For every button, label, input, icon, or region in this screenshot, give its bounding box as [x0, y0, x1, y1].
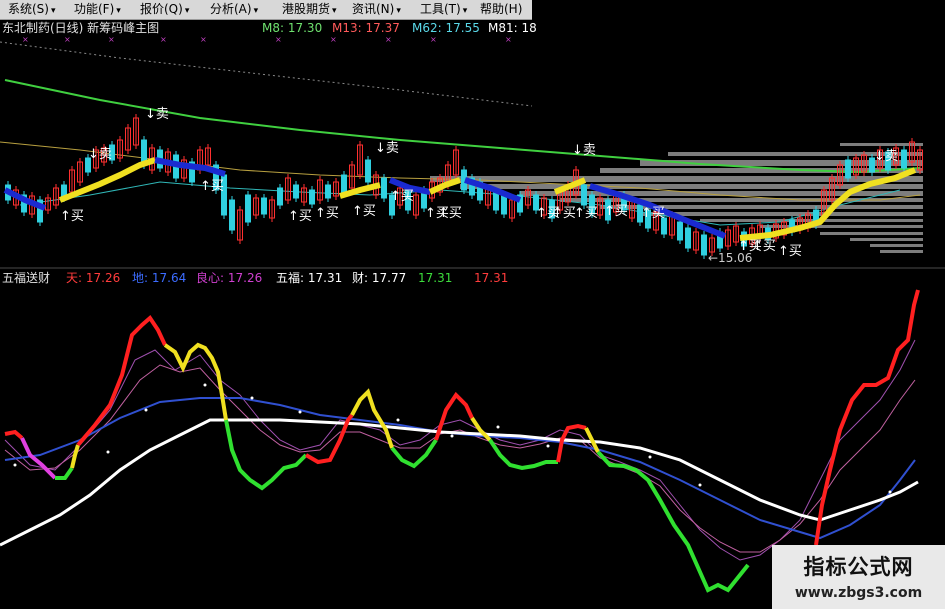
- menu-help[interactable]: 帮助(H): [480, 2, 522, 17]
- chart-title: 东北制药(日线) 新筹码峰主图: [2, 21, 160, 35]
- candle-body: [701, 234, 707, 256]
- candle-body: [229, 199, 235, 231]
- candle-body: [581, 184, 587, 206]
- chevron-down-icon: ▾: [462, 6, 468, 16]
- buy-signal: ↑买: [778, 244, 802, 259]
- indicator-name: 五福送财: [2, 271, 51, 285]
- buy-signal: ↑买: [641, 206, 665, 221]
- indicator-value-liangxin: 良心: 17.26: [196, 271, 263, 285]
- menu-function[interactable]: 功能(F) ▾: [74, 2, 121, 17]
- candle-body: [245, 194, 251, 223]
- chevron-down-icon: ▾: [396, 6, 401, 16]
- indicator-value-wufu: 五福: 17.31: [276, 271, 343, 285]
- buy-signal: ↑买: [552, 206, 576, 221]
- menu-hk-futures-label: 港股期货: [282, 2, 331, 16]
- buy-signal: ↑买: [60, 209, 84, 224]
- svg-text:×: ×: [330, 35, 337, 44]
- menu-function-label: 功能(F): [74, 2, 115, 16]
- buy-signal: ↑买: [438, 206, 462, 221]
- menu-hk-futures[interactable]: 港股期货 ▾: [282, 2, 337, 17]
- buy-signal: ↑买: [200, 179, 224, 194]
- indicator-value-red: 17.31: [474, 271, 509, 285]
- chevron-down-icon: ▾: [50, 6, 56, 16]
- indicator-header: 五福送财 天: 17.26 地: 17.64 良心: 17.26 五福: 17.…: [0, 270, 560, 286]
- candle-body: [365, 159, 371, 183]
- candle-body: [901, 149, 907, 169]
- menu-bar: 系统(S) ▾ 功能(F) ▾ 报价(Q) ▾ 分析(A) ▾ 港股期货 ▾ 资讯(N) ▾…: [0, 0, 532, 20]
- menu-system-label: 系统(S): [8, 2, 49, 16]
- menu-tools[interactable]: 工具(T) ▾: [420, 2, 467, 17]
- candle-body: [261, 197, 267, 215]
- candle-body: [493, 191, 499, 211]
- menu-tools-label: 工具(T): [420, 2, 461, 16]
- menu-news[interactable]: 资讯(N) ▾: [352, 2, 401, 17]
- menu-help-label: 帮助(H): [480, 2, 523, 16]
- buy-signal: ↑买: [288, 209, 312, 224]
- watermark-url: www.zbgs3.com: [794, 585, 923, 601]
- menu-system[interactable]: 系统(S) ▾: [8, 2, 56, 17]
- menu-news-label: 资讯(N): [352, 2, 395, 16]
- candle-body: [677, 221, 683, 241]
- candle-body: [341, 174, 347, 193]
- sell-signal: ↓卖: [375, 141, 399, 156]
- sell-signal: ↓卖: [572, 143, 596, 158]
- svg-text:×: ×: [275, 35, 282, 44]
- svg-text:×: ×: [160, 35, 167, 44]
- buy-signal: ↑买: [315, 206, 339, 221]
- buy-signal: ↑买: [352, 204, 376, 219]
- chart-canvas: × × × × × × × × × × ↓卖↓卖 ↓卖 ↓卖 ↓卖↑买 ↑买 ↑买 ↑买↑买↑买↑买 ↑买…: [0, 0, 945, 609]
- menu-quote-label: 报价(Q): [140, 2, 183, 16]
- sell-signal: ↓卖: [88, 147, 112, 162]
- buy-signal: ↑买: [390, 189, 414, 204]
- chevron-down-icon: ▾: [253, 6, 259, 16]
- chevron-down-icon: ▾: [332, 6, 337, 16]
- candle-body: [381, 177, 387, 199]
- candle-body: [685, 227, 691, 249]
- candle-body: [309, 189, 315, 205]
- svg-text:×: ×: [64, 35, 71, 44]
- ma-label-m81: M81: 18: [488, 21, 537, 35]
- menu-analysis-label: 分析(A): [210, 2, 252, 16]
- candle-body: [293, 184, 299, 199]
- buy-signal: ↑买: [752, 239, 776, 254]
- sell-signal: ↓卖: [874, 149, 898, 164]
- chevron-down-icon: ▾: [116, 6, 121, 16]
- svg-text:×: ×: [22, 35, 29, 44]
- menu-analysis[interactable]: 分析(A) ▾: [210, 2, 258, 17]
- svg-text:×: ×: [200, 35, 207, 44]
- candle-body: [277, 187, 283, 206]
- low-price-label: ←15.06: [708, 251, 752, 265]
- main-chart-header: 东北制药(日线) 新筹码峰主图 M8: 17.30 M13: 17.37 M62…: [0, 20, 537, 36]
- chevron-down-icon: ▾: [184, 6, 190, 16]
- watermark: 指标公式网 www.zbgs3.com: [772, 545, 945, 609]
- candle-body: [325, 184, 331, 199]
- svg-text:×: ×: [108, 35, 115, 44]
- sell-signal: ↓卖: [145, 107, 169, 122]
- svg-text:×: ×: [385, 35, 392, 44]
- indicator-value-tian: 天: 17.26: [66, 271, 121, 285]
- indicator-value-green: 17.31: [418, 271, 453, 285]
- watermark-title: 指标公式网: [803, 555, 914, 579]
- svg-text:×: ×: [430, 35, 437, 44]
- menu-quote[interactable]: 报价(Q) ▾: [140, 2, 189, 17]
- indicator-value-di: 地: 17.64: [132, 271, 187, 285]
- ma-label-m8: M8: 17.30: [262, 21, 323, 35]
- ma-label-m62: M62: 17.55: [412, 21, 480, 35]
- ma-label-m13: M13: 17.37: [332, 21, 400, 35]
- candle-body: [501, 194, 507, 215]
- indicator-value-cai: 财: 17.77: [352, 271, 407, 285]
- buy-signal: ↑买: [574, 206, 598, 221]
- candle-body: [845, 159, 851, 179]
- svg-text:×: ×: [505, 35, 512, 44]
- buy-signal: ↑买: [604, 204, 628, 219]
